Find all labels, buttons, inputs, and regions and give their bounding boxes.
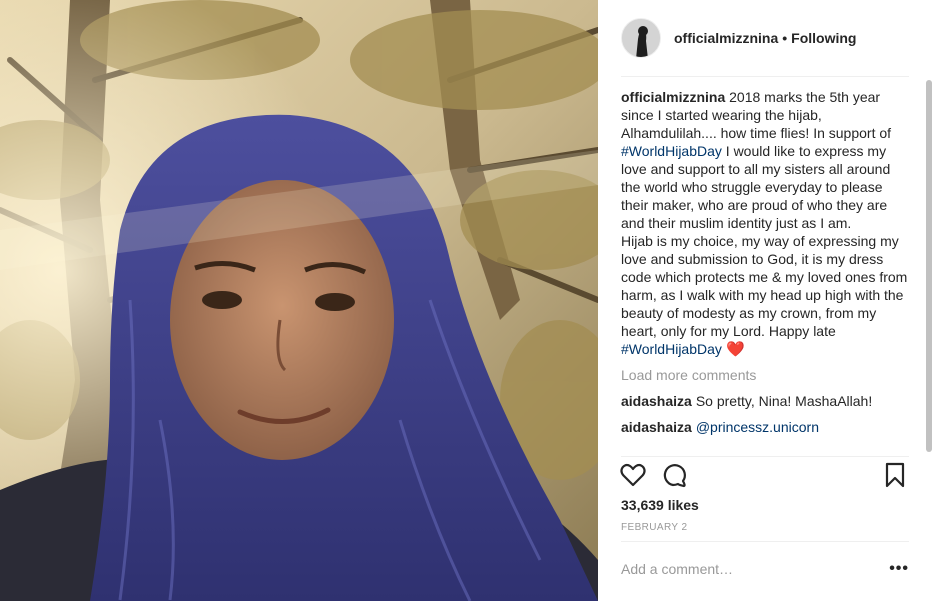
comment-username[interactable]: aidashaiza <box>621 419 692 435</box>
selfie-image <box>0 0 598 601</box>
comment-text: So pretty, Nina! MashaAllah! <box>695 393 873 409</box>
hashtag-link[interactable]: #WorldHijabDay <box>621 143 722 159</box>
heart-emoji: ❤️ <box>721 341 745 358</box>
add-comment-form: ••• <box>621 554 909 584</box>
post-photo[interactable] <box>0 0 598 601</box>
avatar[interactable] <box>621 18 661 58</box>
add-comment-input[interactable] <box>621 561 889 577</box>
instagram-post: officialmizznina • Following officialmiz… <box>0 0 935 601</box>
header-username[interactable]: officialmizznina <box>674 30 778 46</box>
caption-text-2: I would like to express my love and supp… <box>621 143 908 339</box>
following-button[interactable]: Following <box>791 30 856 46</box>
comment-item: aidashaiza So pretty, Nina! MashaAllah! <box>621 392 909 410</box>
comments-section: officialmizznina 2018 marks the 5th year… <box>621 88 909 454</box>
header-separator: • <box>782 30 788 46</box>
comment-username[interactable]: aidashaiza <box>621 393 692 409</box>
load-more-comments-link[interactable]: Load more comments <box>621 366 909 384</box>
post-header: officialmizznina • Following <box>598 0 935 76</box>
comment-item: aidashaiza @princessz.unicorn <box>621 418 909 436</box>
post-side-panel: officialmizznina • Following officialmiz… <box>598 0 935 601</box>
avatar-image <box>622 19 660 57</box>
comments-scrollbar[interactable] <box>926 80 932 452</box>
comment-box-divider <box>621 541 909 542</box>
likes-count[interactable]: 33,639 likes <box>621 497 699 513</box>
post-date[interactable]: FEBRUARY 2 <box>621 522 687 533</box>
header-divider <box>621 76 909 77</box>
comment-mention[interactable]: @princessz.unicorn <box>696 419 819 435</box>
more-options-button[interactable]: ••• <box>889 560 909 578</box>
bookmark-icon[interactable] <box>881 461 909 489</box>
hashtag-link[interactable]: #WorldHijabDay <box>621 341 722 357</box>
comment-icon[interactable] <box>659 461 687 489</box>
post-caption: officialmizznina 2018 marks the 5th year… <box>621 88 909 359</box>
action-bar <box>619 461 911 493</box>
actions-divider <box>621 456 909 457</box>
caption-username[interactable]: officialmizznina <box>621 89 725 105</box>
heart-icon[interactable] <box>619 461 647 489</box>
